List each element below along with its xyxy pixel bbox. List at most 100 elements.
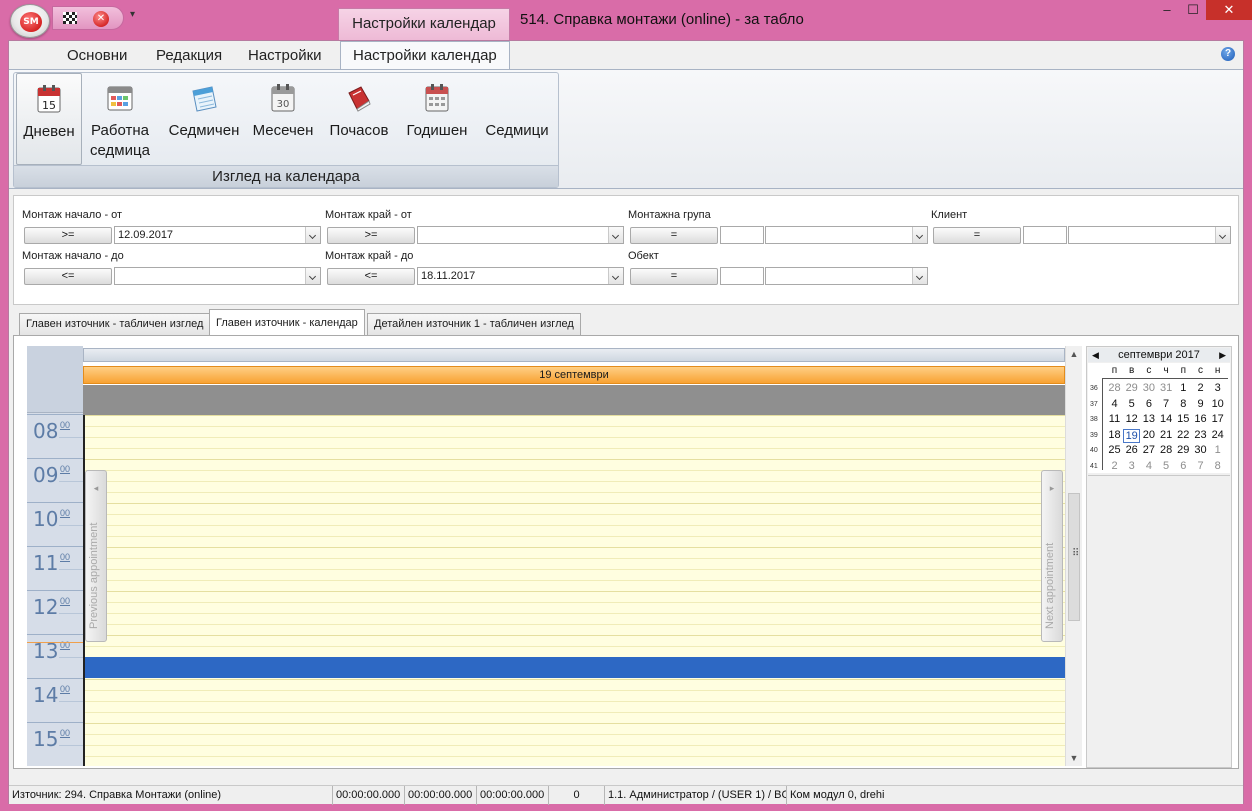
object-code-input[interactable] bbox=[720, 267, 764, 285]
montage-end-to-field[interactable]: 18.11.2017 bbox=[417, 267, 624, 285]
tab-main[interactable]: Основни bbox=[67, 47, 127, 64]
time-slot[interactable] bbox=[85, 756, 1065, 757]
week-view-button[interactable]: Седмичен bbox=[166, 73, 242, 165]
time-slot[interactable] bbox=[85, 470, 1065, 471]
montage-end-from-field[interactable] bbox=[417, 226, 624, 244]
previous-appointment-button[interactable]: ◂ Previous appointment bbox=[85, 470, 107, 642]
next-month-icon[interactable]: ▶ bbox=[1219, 348, 1226, 362]
chevron-down-icon[interactable] bbox=[608, 227, 623, 243]
application-menu-button[interactable]: SM bbox=[10, 4, 50, 38]
montage-group-code-input[interactable] bbox=[720, 226, 764, 244]
calendar-day[interactable]: 2 bbox=[1106, 460, 1123, 472]
montage-start-to-operator[interactable]: <= bbox=[24, 268, 112, 285]
calendar-day[interactable]: 13 bbox=[1140, 413, 1157, 425]
time-slot[interactable] bbox=[85, 492, 1065, 493]
time-slot[interactable] bbox=[85, 503, 1065, 504]
calendar-day[interactable]: 21 bbox=[1158, 429, 1175, 441]
calendar-day[interactable]: 30 bbox=[1192, 444, 1209, 456]
day-time-cells[interactable] bbox=[83, 415, 1065, 766]
montage-start-from-field[interactable]: 12.09.2017 bbox=[114, 226, 321, 244]
tab-detail-source-table[interactable]: Детайлен източник 1 - табличен изглед bbox=[367, 313, 581, 335]
calendar-day[interactable]: 16 bbox=[1192, 413, 1209, 425]
time-slot[interactable] bbox=[85, 459, 1065, 460]
time-slot[interactable] bbox=[85, 591, 1065, 592]
time-slot[interactable] bbox=[85, 624, 1065, 625]
object-operator[interactable]: = bbox=[630, 268, 718, 285]
time-slot[interactable] bbox=[85, 481, 1065, 482]
calendar-day[interactable]: 8 bbox=[1209, 460, 1226, 472]
splitter-grip-icon[interactable]: ⠿ bbox=[1072, 548, 1079, 559]
work-week-view-button[interactable]: Работна седмица bbox=[86, 73, 154, 165]
time-slot[interactable] bbox=[85, 580, 1065, 581]
chevron-down-icon[interactable] bbox=[1215, 227, 1230, 243]
time-slot[interactable] bbox=[85, 514, 1065, 515]
maximize-button[interactable]: ☐ bbox=[1180, 0, 1206, 20]
calendar-day[interactable]: 4 bbox=[1140, 460, 1157, 472]
calendar-day[interactable]: 3 bbox=[1123, 460, 1140, 472]
calendar-day[interactable]: 3 bbox=[1209, 382, 1226, 394]
calendar-day[interactable]: 7 bbox=[1192, 460, 1209, 472]
calendar-day[interactable]: 28 bbox=[1158, 444, 1175, 456]
calendar-day[interactable]: 5 bbox=[1123, 398, 1140, 410]
tab-edit[interactable]: Редакция bbox=[156, 47, 222, 64]
calendar-day[interactable]: 5 bbox=[1158, 460, 1175, 472]
help-icon[interactable]: ? bbox=[1221, 47, 1235, 61]
chevron-down-icon[interactable] bbox=[912, 227, 927, 243]
time-slot[interactable] bbox=[85, 569, 1065, 570]
calendar-day[interactable]: 30 bbox=[1140, 382, 1157, 394]
close-window-button[interactable]: ✕ bbox=[1206, 0, 1252, 20]
client-operator[interactable]: = bbox=[933, 227, 1021, 244]
all-day-area[interactable] bbox=[83, 385, 1065, 415]
montage-group-combo[interactable] bbox=[765, 226, 928, 244]
time-slot[interactable] bbox=[85, 712, 1065, 713]
montage-end-from-operator[interactable]: >= bbox=[327, 227, 415, 244]
calendar-day[interactable]: 14 bbox=[1158, 413, 1175, 425]
calendar-day[interactable]: 29 bbox=[1175, 444, 1192, 456]
minimize-button[interactable]: – bbox=[1154, 0, 1180, 20]
time-slot[interactable] bbox=[85, 635, 1065, 636]
chevron-down-icon[interactable] bbox=[608, 268, 623, 284]
calendar-day[interactable]: 26 bbox=[1123, 444, 1140, 456]
year-view-button[interactable]: Годишен bbox=[404, 73, 470, 165]
calendar-day[interactable]: 31 bbox=[1158, 382, 1175, 394]
timeline-view-button[interactable]: Почасов bbox=[326, 73, 392, 165]
calendar-day[interactable]: 2 bbox=[1192, 382, 1209, 394]
appointment-bar[interactable] bbox=[85, 657, 1065, 678]
close-circle-icon[interactable]: ✕ bbox=[93, 11, 109, 27]
calendar-day[interactable]: 10 bbox=[1209, 398, 1226, 410]
time-slot[interactable] bbox=[85, 602, 1065, 603]
calendar-day[interactable]: 6 bbox=[1140, 398, 1157, 410]
calendar-day[interactable]: 15 bbox=[1175, 413, 1192, 425]
calendar-day[interactable]: 20 bbox=[1140, 429, 1157, 441]
time-slot[interactable] bbox=[85, 723, 1065, 724]
calendar-day[interactable]: 22 bbox=[1175, 429, 1192, 441]
montage-group-operator[interactable]: = bbox=[630, 227, 718, 244]
calendar-day[interactable]: 1 bbox=[1209, 444, 1226, 456]
calendar-day[interactable]: 12 bbox=[1123, 413, 1140, 425]
time-slot[interactable] bbox=[85, 613, 1065, 614]
calendar-day[interactable]: 8 bbox=[1175, 398, 1192, 410]
calendar-day[interactable]: 1 bbox=[1175, 382, 1192, 394]
tab-settings[interactable]: Настройки bbox=[248, 47, 322, 64]
calendar-day[interactable]: 28 bbox=[1106, 382, 1123, 394]
scroll-up-icon[interactable]: ▲ bbox=[1066, 346, 1082, 362]
time-slot[interactable] bbox=[85, 745, 1065, 746]
calendar-day-today[interactable]: 19 bbox=[1123, 428, 1141, 443]
month-view-button[interactable]: 30 Месечен bbox=[250, 73, 316, 165]
montage-start-from-operator[interactable]: >= bbox=[24, 227, 112, 244]
time-slot[interactable] bbox=[85, 525, 1065, 526]
chevron-down-icon[interactable] bbox=[305, 268, 320, 284]
time-slot[interactable] bbox=[85, 734, 1065, 735]
calendar-day[interactable]: 9 bbox=[1192, 398, 1209, 410]
calendar-day[interactable]: 4 bbox=[1106, 398, 1123, 410]
time-slot[interactable] bbox=[85, 437, 1065, 438]
scroll-down-icon[interactable]: ▼ bbox=[1066, 750, 1082, 766]
calendar-day[interactable]: 29 bbox=[1123, 382, 1140, 394]
calendar-day[interactable]: 17 bbox=[1209, 413, 1226, 425]
calendar-day[interactable]: 27 bbox=[1140, 444, 1157, 456]
time-slot[interactable] bbox=[85, 701, 1065, 702]
object-combo[interactable] bbox=[765, 267, 928, 285]
previous-month-icon[interactable]: ◀ bbox=[1092, 348, 1099, 362]
day-view-button[interactable]: 15 Дневен bbox=[16, 73, 82, 165]
time-slot[interactable] bbox=[85, 426, 1065, 427]
